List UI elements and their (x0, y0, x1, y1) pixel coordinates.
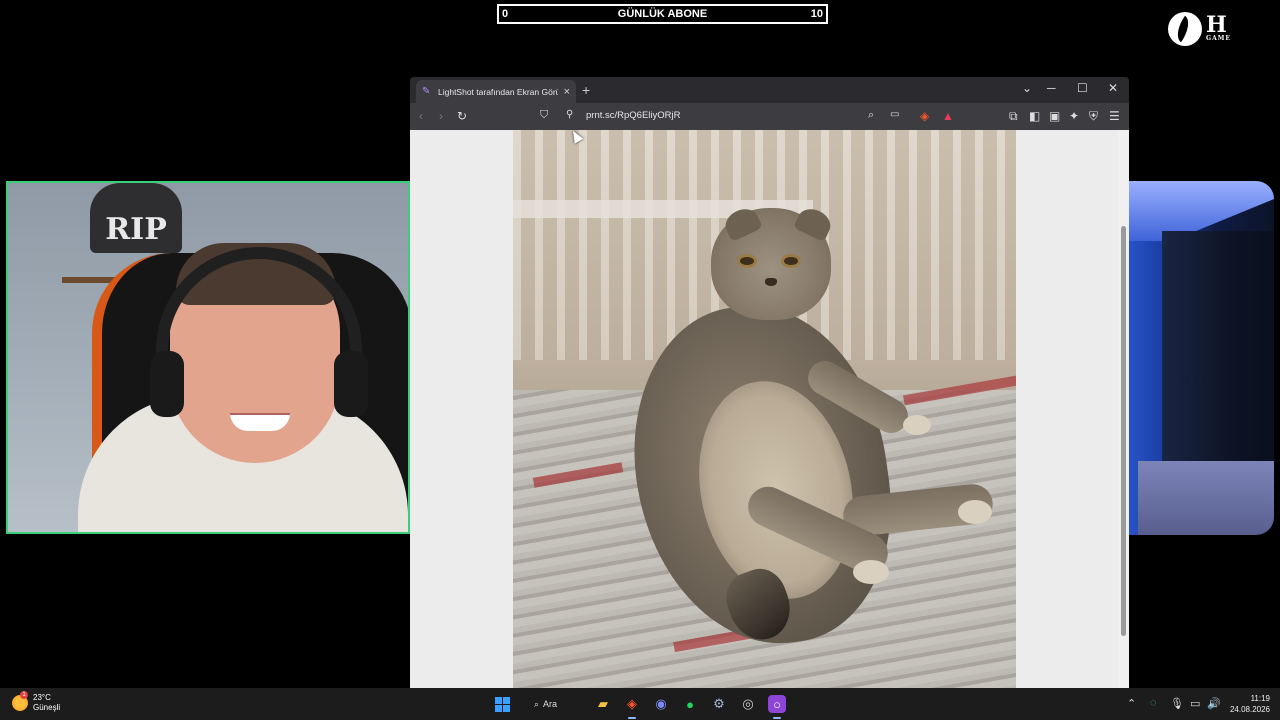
reload-button[interactable]: ↻ (457, 109, 467, 123)
cat-eye (737, 254, 757, 268)
taskbar-search[interactable]: ⌕ Ara (534, 695, 584, 713)
room-camera (1128, 181, 1274, 535)
weather-description: Güneşli (33, 703, 61, 712)
search-icon: ⌕ (534, 698, 540, 709)
close-window-button[interactable]: ✕ (1108, 81, 1118, 95)
tab-bar: ✎ LightShot tarafından Ekran Görü × + ⌄ … (410, 77, 1129, 103)
tab-close-icon[interactable]: × (564, 86, 570, 98)
zoom-icon[interactable]: ⌕ (868, 109, 874, 122)
maximize-button[interactable]: ☐ (1077, 81, 1088, 95)
subscriber-goal-bar: 0 GÜNLÜK ABONE 10 (497, 4, 828, 24)
rip-poster-text: RIP (105, 212, 167, 247)
browser-toolbar: ‹ › ↻ ⛉ ⚲ prnt.sc/RpQ6EliyORjR ⌕ ▭ ◈ ▲ ⧉… (410, 103, 1129, 130)
leo-ai-icon[interactable]: ✦ (1069, 109, 1079, 123)
goal-start-value: 0 (502, 8, 509, 20)
weather-widget[interactable]: 1 23°C Güneşli (12, 691, 61, 713)
minimize-button[interactable]: ─ (1047, 81, 1056, 95)
tab-search-chevron-icon[interactable]: ⌄ (1022, 81, 1032, 95)
cat-paw (903, 415, 931, 435)
volume-icon[interactable]: 🔊 (1207, 697, 1221, 710)
cat-eye (781, 254, 801, 268)
wallet-icon[interactable]: ▣ (1049, 109, 1060, 123)
streamer-webcam: RIP (6, 181, 410, 534)
streamer-smile (230, 413, 290, 431)
weather-temperature: 23°C (33, 693, 51, 702)
goal-title: GÜNLÜK ABONE (617, 8, 708, 20)
goal-end-value: 10 (810, 8, 823, 20)
new-tab-button[interactable]: + (582, 82, 590, 98)
vpn-icon[interactable]: ⛨ (1089, 109, 1098, 124)
cast-icon[interactable]: ▭ (890, 109, 899, 120)
cat-screenshot-image (513, 130, 1016, 688)
sun-icon: 1 (12, 691, 28, 711)
forward-button[interactable]: › (439, 109, 443, 123)
steam-icon[interactable]: ⚙ (710, 695, 728, 713)
taskbar-clock[interactable]: 11:19 24.08.2026 (1226, 693, 1270, 715)
tray-app-icon[interactable]: ◌ (1150, 697, 1157, 709)
sidebar-icon[interactable]: ◧ (1029, 109, 1040, 123)
tab-title: LightShot tarafından Ekran Görü (438, 86, 558, 97)
channel-logo: H GAME (1168, 10, 1236, 48)
back-button[interactable]: ‹ (419, 109, 423, 123)
spotify-icon[interactable]: ● (681, 695, 699, 713)
scrollbar-thumb[interactable] (1121, 226, 1126, 636)
page-scrollbar[interactable] (1118, 130, 1129, 688)
cat-nose (765, 278, 777, 286)
brave-rewards-icon[interactable]: ▲ (942, 109, 954, 123)
weather-badge: 1 (20, 691, 28, 699)
page-content (410, 130, 1129, 688)
start-button[interactable] (493, 695, 511, 713)
network-icon[interactable]: ▭ (1190, 697, 1200, 710)
microphone-icon[interactable]: 🎙 (1170, 697, 1184, 710)
logo-wordmark: H GAME (1206, 14, 1231, 43)
clock-time: 11:19 (1250, 694, 1270, 703)
search-label: Ara (543, 699, 558, 709)
tab-lightshot[interactable]: ✎ LightShot tarafından Ekran Görü × (416, 80, 576, 103)
windows-taskbar: 1 23°C Güneşli ⌕ Ara ▰ ◈ ◉ ● ⚙ ◎ ○ ⌃ ◌ 🎙… (0, 688, 1280, 720)
site-info-icon[interactable]: ⚲ (566, 109, 573, 120)
brave-browser-icon[interactable]: ◈ (623, 695, 641, 719)
extensions-icon[interactable]: ⧉ (1009, 109, 1018, 124)
windows-logo-icon (494, 696, 510, 712)
brave-shield-icon[interactable]: ◈ (920, 109, 929, 123)
clock-date: 24.08.2026 (1229, 705, 1270, 714)
menu-icon[interactable]: ☰ (1109, 109, 1120, 123)
logo-subtext: GAME (1206, 35, 1231, 42)
cat-paw (958, 500, 992, 524)
discord-icon[interactable]: ◉ (652, 695, 670, 713)
bookmark-icon[interactable]: ⛉ (540, 109, 548, 122)
leaf-logo-icon (1168, 12, 1202, 46)
twitch-tool-icon[interactable]: ○ (768, 695, 786, 719)
address-bar[interactable]: prnt.sc/RpQ6EliyORjR (586, 110, 681, 121)
file-explorer-icon[interactable]: ▰ (594, 695, 612, 713)
lightshot-feather-icon: ✎ (422, 85, 431, 97)
room-curtain (1162, 231, 1274, 471)
show-hidden-icons-chevron-icon[interactable]: ⌃ (1127, 697, 1136, 710)
obs-icon[interactable]: ◎ (739, 695, 757, 713)
rip-poster: RIP (90, 183, 182, 253)
cat-paw (853, 560, 889, 584)
browser-window: ✎ LightShot tarafından Ekran Görü × + ⌄ … (410, 77, 1129, 688)
room-bed (1138, 461, 1274, 535)
